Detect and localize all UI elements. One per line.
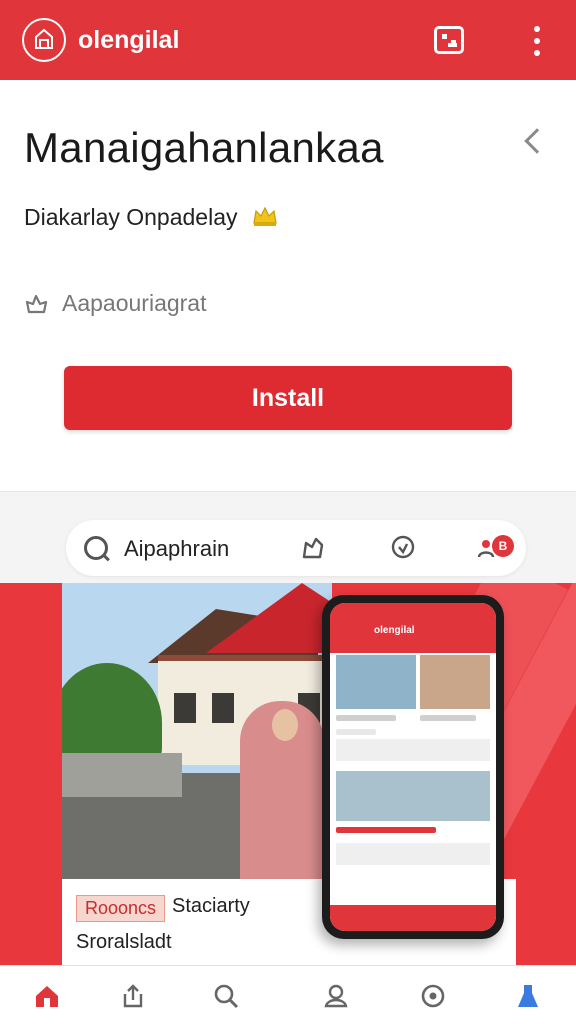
- caption-text: Staciarty: [172, 895, 250, 917]
- app-meta: Aapaouriagrat: [24, 290, 207, 317]
- explore-icon[interactable]: [419, 982, 447, 1010]
- crown-icon: [253, 206, 277, 226]
- developer-name[interactable]: Diakarlay Onpadelay: [24, 204, 238, 231]
- phone-app-name: olengilal: [374, 625, 415, 636]
- people-icon[interactable]: [322, 982, 350, 1010]
- search-nav-icon[interactable]: [212, 982, 240, 1010]
- meta-text: Aapaouriagrat: [62, 290, 207, 316]
- notification-badge: B: [492, 535, 514, 557]
- app-header: olengilal: [0, 0, 576, 80]
- more-icon[interactable]: [530, 26, 544, 56]
- search-icon: [84, 536, 108, 560]
- app-title: Manaigahanlankaa: [24, 124, 384, 171]
- bookmark-icon[interactable]: [300, 535, 326, 561]
- bottom-nav: [0, 965, 576, 1024]
- home-icon[interactable]: [33, 982, 61, 1010]
- flask-icon[interactable]: [514, 982, 542, 1010]
- gallery-icon[interactable]: [434, 26, 464, 54]
- app-info-card: Manaigahanlankaa Diakarlay Onpadelay Aap…: [0, 80, 576, 492]
- logo-icon: [22, 18, 66, 62]
- search-text: Aipaphrain: [124, 536, 230, 561]
- location-icon[interactable]: [390, 535, 416, 561]
- settings-icon: [25, 294, 48, 313]
- install-button[interactable]: Install: [64, 366, 512, 430]
- search-bar[interactable]: Aipaphrain: [66, 520, 526, 576]
- promo-banner[interactable]: Roooncs Staciarty Sroralsladt olengilal: [0, 583, 576, 965]
- share-icon[interactable]: [119, 982, 147, 1010]
- chevron-left-icon[interactable]: [524, 128, 550, 154]
- phone-mockup: olengilal: [322, 595, 504, 939]
- promo-tag: Roooncs: [76, 895, 166, 922]
- app-name: olengilal: [78, 26, 180, 54]
- caption-subtext: Sroralsladt: [76, 931, 172, 953]
